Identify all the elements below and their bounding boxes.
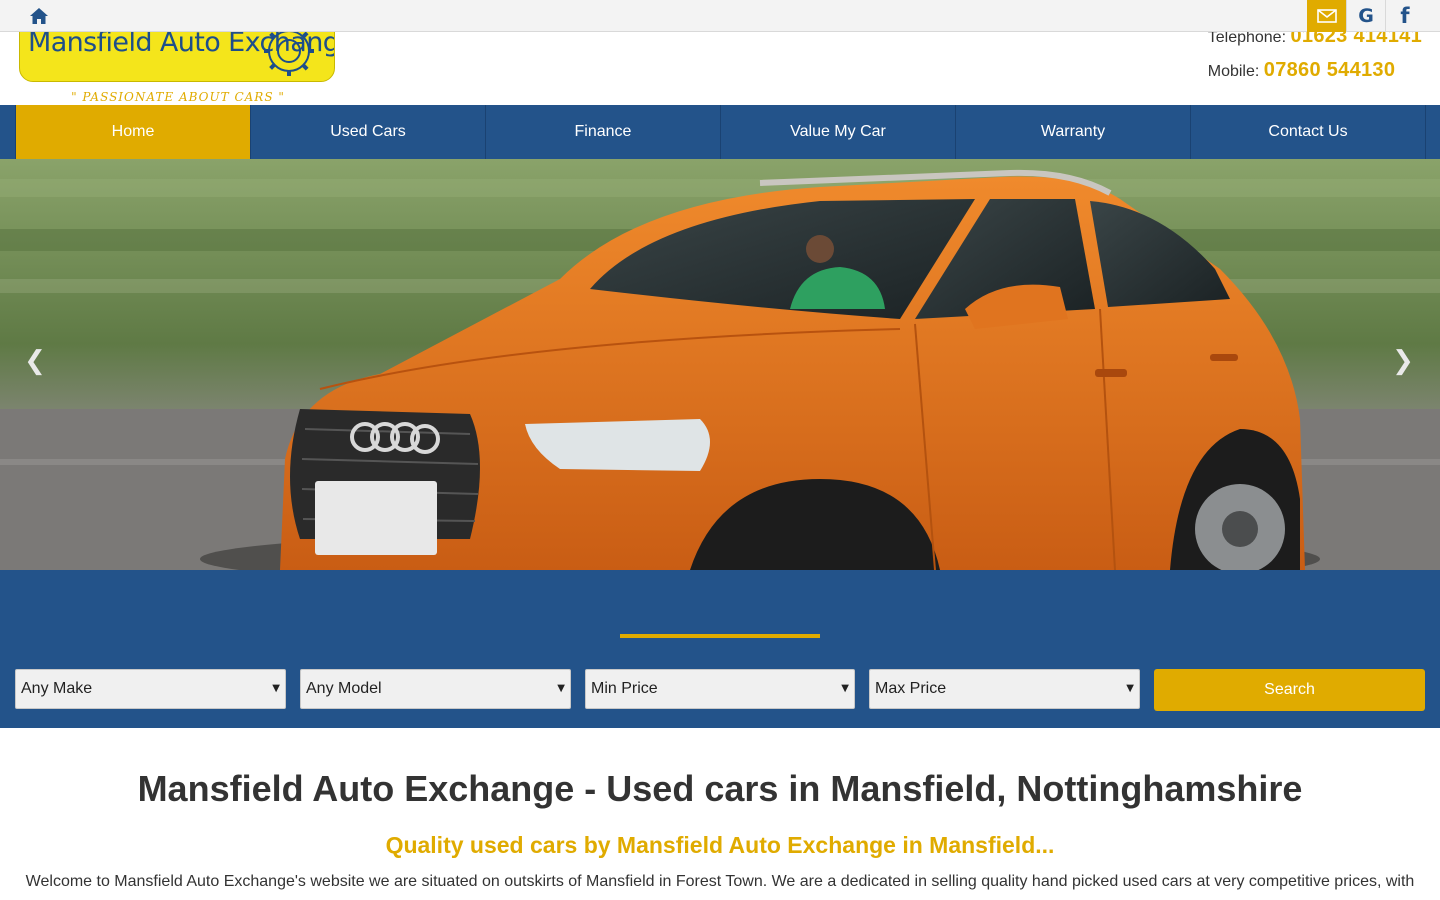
facebook-icon[interactable]: f — [1385, 0, 1424, 32]
home-icon[interactable] — [28, 6, 50, 26]
nav-item-home[interactable]: Home — [16, 105, 251, 159]
search-button[interactable]: Search — [1154, 669, 1425, 711]
chevron-down-icon: ▼ — [272, 683, 280, 694]
google-icon[interactable]: G — [1346, 0, 1385, 32]
social-links: G f — [1307, 0, 1424, 32]
main-content: Mansfield Auto Exchange - Used cars in M… — [0, 728, 1440, 900]
min-price-select-value: Min Price — [591, 680, 658, 697]
mobile-row: Mobile: 07860 544130 — [1208, 58, 1422, 92]
mobile-label: Mobile: — [1207, 63, 1260, 80]
contact-info: Telephone: 01623 414141 Mobile: 07860 54… — [1208, 24, 1422, 92]
min-price-select[interactable]: Min Price ▼ — [585, 669, 855, 709]
page-title: Mansfield Auto Exchange - Used cars in M… — [137, 768, 1303, 809]
nav-item-used-cars[interactable]: Used Cars — [251, 105, 486, 159]
nav-list: Home Used Cars Finance Value My Car Warr… — [15, 105, 1426, 159]
model-select[interactable]: Any Model ▼ — [300, 669, 571, 709]
model-select-value: Any Model — [306, 680, 382, 697]
chevron-down-icon: ▼ — [557, 683, 565, 694]
mail-icon[interactable] — [1307, 0, 1346, 32]
divider-rule — [620, 634, 820, 638]
logo-tagline: " PASSIONATE ABOUT CARS " — [71, 90, 285, 104]
make-select[interactable]: Any Make ▼ — [15, 669, 286, 709]
max-price-select-value: Max Price — [875, 680, 947, 697]
main-nav: Home Used Cars Finance Value My Car Warr… — [0, 105, 1440, 159]
page-subtitle: Quality used cars by Mansfield Auto Exch… — [385, 832, 1055, 858]
slider-next-arrow[interactable]: ❯ — [1386, 341, 1420, 381]
intro-paragraph: Welcome to Mansfield Auto Exchange's web… — [25, 873, 1415, 890]
car-search-panel: Any Make ▼ Any Model ▼ Min Price ▼ Max P… — [0, 570, 1440, 728]
max-price-select[interactable]: Max Price ▼ — [869, 669, 1140, 709]
nav-item-contact-us[interactable]: Contact Us — [1191, 105, 1426, 159]
nav-item-finance[interactable]: Finance — [486, 105, 721, 159]
nav-item-warranty[interactable]: Warranty — [956, 105, 1191, 159]
mobile-number[interactable]: 07860 544130 — [1264, 59, 1396, 81]
hero-car-image — [0, 159, 1440, 570]
top-bar: G f — [0, 0, 1440, 32]
make-select-value: Any Make — [21, 680, 93, 697]
chevron-down-icon: ▼ — [841, 683, 849, 694]
nav-item-value-my-car[interactable]: Value My Car — [721, 105, 956, 159]
hero-slider: ❮ ❯ — [0, 159, 1440, 570]
slider-prev-arrow[interactable]: ❮ — [18, 341, 52, 381]
chevron-down-icon: ▼ — [1126, 683, 1134, 694]
